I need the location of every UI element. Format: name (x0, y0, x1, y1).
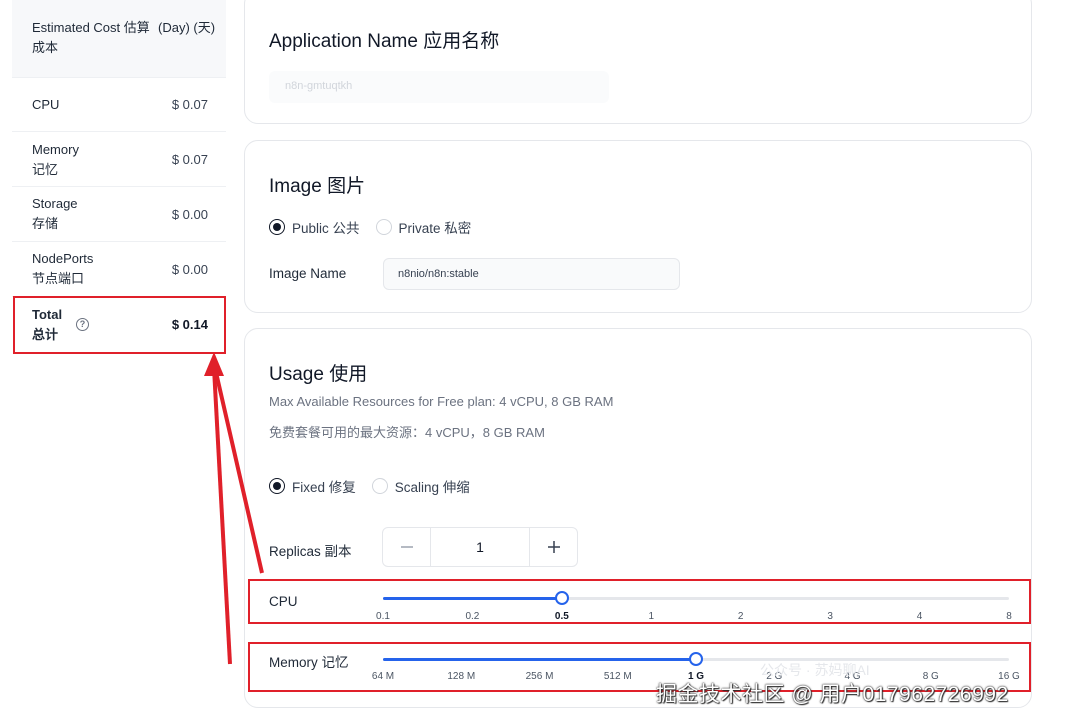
arrow-from-memory (212, 367, 232, 665)
application-name-input[interactable]: n8n-gmtuqtkh (269, 71, 609, 103)
application-name-card: Application Name 应用名称 n8n-gmtuqtkh (244, 0, 1032, 124)
private-radio[interactable] (375, 219, 392, 235)
cpu-highlight-box (248, 579, 1031, 624)
minus-icon (400, 546, 413, 548)
public-radio-label[interactable]: Public 公共 (292, 217, 360, 237)
cost-label-nodeports: NodePorts 节点端口 (32, 251, 94, 286)
cost-table-header: Estimated Cost 估算成本 (Day) (天) (12, 0, 226, 78)
cost-row-memory: Memory 记忆 $ 0.07 (12, 132, 226, 187)
cost-label-storage: Storage 存储 (32, 196, 78, 231)
cost-row-cpu: CPU $ 0.07 (12, 78, 226, 132)
public-radio[interactable] (269, 219, 285, 235)
replicas-increment-button[interactable] (529, 528, 577, 566)
replicas-label: Replicas 副本 (269, 544, 352, 559)
total-highlight-box (13, 296, 226, 354)
cost-row-storage: Storage 存储 $ 0.00 (12, 187, 226, 242)
scaling-radio[interactable] (371, 478, 388, 494)
usage-title: Usage 使用 (269, 364, 368, 385)
plus-icon (547, 541, 560, 553)
cost-label-memory: Memory 记忆 (32, 142, 79, 177)
cost-value-cpu: $ 0.07 (171, 97, 208, 112)
cost-value-nodeports: $ 0.00 (171, 262, 208, 277)
replicas-decrement-button[interactable] (383, 528, 431, 566)
replicas-value[interactable]: 1 (431, 528, 529, 566)
usage-note-en: Max Available Resources for Free plan: 4… (269, 394, 614, 409)
estimated-cost-header: Estimated Cost 估算成本 (32, 20, 150, 55)
cost-row-nodeports: NodePorts 节点端口 $ 0.00 (12, 242, 226, 297)
replicas-stepper: 1 (382, 527, 578, 567)
image-card: Image 图片 Public 公共 Private 私密 Image Name… (244, 140, 1032, 313)
application-name-title: Application Name 应用名称 (269, 31, 500, 52)
scaling-radio-label[interactable]: Scaling 伸缩 (395, 476, 470, 496)
faint-watermark: 公众号 · 苏妈聊AI (760, 662, 870, 678)
cost-value-storage: $ 0.00 (171, 207, 208, 222)
usage-note-zh: 免费套餐可用的最大资源：4 vCPU，8 GB RAM (269, 425, 545, 440)
image-title: Image 图片 (269, 176, 366, 197)
image-visibility-radio-group: Public 公共 Private 私密 (269, 217, 471, 237)
fixed-radio-label[interactable]: Fixed 修复 (292, 476, 356, 496)
image-name-input[interactable]: n8nio/n8n:stable (383, 258, 680, 290)
watermark-text: 掘金技术社区 @ 用户0179627269​92 (656, 683, 1009, 706)
image-name-label: Image Name (269, 266, 347, 281)
fixed-radio[interactable] (269, 478, 285, 494)
cost-label-cpu: CPU (32, 97, 60, 112)
cost-value-memory: $ 0.07 (171, 152, 208, 167)
private-radio-label[interactable]: Private 私密 (399, 217, 472, 237)
usage-mode-radio-group: Fixed 修复 Scaling 伸缩 (269, 476, 470, 496)
day-header: (Day) (天) (158, 20, 216, 35)
